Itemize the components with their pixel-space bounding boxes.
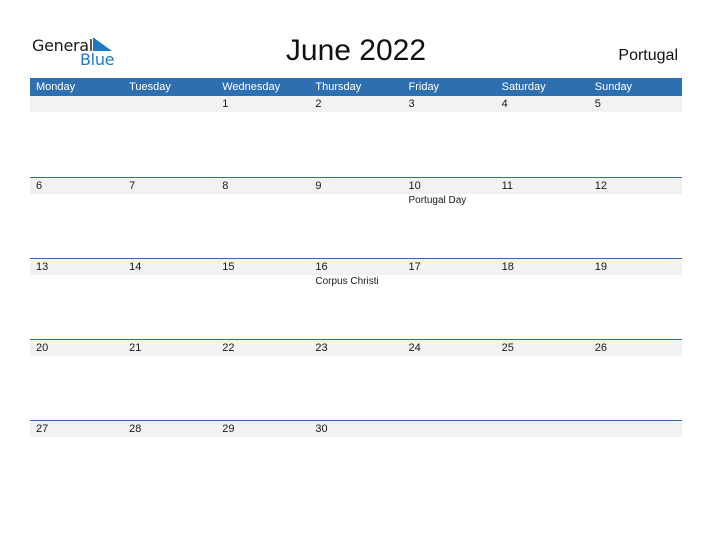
day-number: 29 — [222, 423, 235, 435]
day-number: 28 — [129, 423, 142, 435]
week-row: 6 7 8 9 10 Portugal Day 11 12 — [30, 177, 682, 258]
day-cell — [123, 96, 216, 112]
day-cell: 3 — [403, 96, 496, 112]
day-cell: 5 — [589, 96, 682, 112]
day-number: 8 — [222, 180, 229, 192]
day-number: 6 — [36, 180, 43, 192]
weekday-wednesday: Wednesday — [222, 81, 281, 93]
day-cell: 13 — [30, 259, 123, 289]
day-number: 19 — [594, 261, 607, 273]
holiday-event: Corpus Christi — [315, 276, 379, 287]
day-number: 5 — [594, 98, 601, 110]
day-cell: 30 — [309, 421, 402, 437]
weekday-sunday: Sunday — [594, 81, 633, 93]
day-number — [129, 96, 216, 112]
weekday-saturday: Saturday — [501, 81, 546, 93]
week-cells: 27 28 29 30 — [30, 421, 682, 437]
week-cells: 13 14 15 16 Corpus Christi 17 18 19 — [30, 259, 682, 289]
day-cell: 6 — [30, 178, 123, 208]
day-cell: 19 — [589, 259, 682, 289]
day-number: 11 — [501, 180, 514, 192]
day-cell — [403, 421, 496, 437]
day-cell: 11 — [496, 178, 589, 208]
week-row: 1 2 3 4 5 — [30, 96, 682, 177]
day-number: 15 — [222, 261, 235, 273]
day-number: 3 — [408, 98, 415, 110]
day-number: 20 — [36, 342, 49, 354]
week-row: 13 14 15 16 Corpus Christi 17 18 19 — [30, 258, 682, 339]
day-cell: 4 — [496, 96, 589, 112]
day-cell: 29 — [216, 421, 309, 437]
day-number: 18 — [501, 261, 514, 273]
calendar-title: June 2022 — [285, 34, 427, 67]
day-cell: 9 — [309, 178, 402, 208]
day-cell: 18 — [496, 259, 589, 289]
day-number: 14 — [129, 261, 142, 273]
day-number: 25 — [501, 342, 514, 354]
week-row: 27 28 29 30 — [30, 420, 682, 501]
day-cell: 23 — [309, 340, 402, 356]
day-number: 1 — [222, 98, 229, 110]
day-cell: 10 Portugal Day — [403, 178, 496, 208]
day-number: 7 — [129, 180, 136, 192]
day-cell: 16 Corpus Christi — [309, 259, 402, 289]
day-number — [595, 421, 682, 437]
day-cell: 25 — [496, 340, 589, 356]
day-number — [409, 421, 496, 437]
weekday-tuesday: Tuesday — [129, 81, 171, 93]
day-cell: 26 — [589, 340, 682, 356]
weekday-header-row: Monday Tuesday Wednesday Thursday Friday… — [30, 78, 682, 96]
weekday-monday: Monday — [36, 81, 76, 93]
day-cell: 17 — [403, 259, 496, 289]
day-number: 17 — [408, 261, 421, 273]
day-cell: 14 — [123, 259, 216, 289]
holiday-event: Portugal Day — [408, 195, 467, 206]
day-number — [502, 421, 589, 437]
day-cell: 20 — [30, 340, 123, 356]
day-cell — [496, 421, 589, 437]
day-cell: 21 — [123, 340, 216, 356]
day-cell: 22 — [216, 340, 309, 356]
day-number: 27 — [36, 423, 49, 435]
day-cell — [589, 421, 682, 437]
week-cells: 1 2 3 4 5 — [30, 96, 682, 112]
weekday-friday: Friday — [408, 81, 440, 93]
day-cell: 8 — [216, 178, 309, 208]
week-cells: 20 21 22 23 24 25 26 — [30, 340, 682, 356]
day-cell: 27 — [30, 421, 123, 437]
day-number: 10 — [408, 180, 421, 192]
day-number: 9 — [315, 180, 322, 192]
day-cell: 12 — [589, 178, 682, 208]
day-number: 16 — [315, 261, 328, 273]
day-number: 30 — [315, 423, 328, 435]
day-cell: 28 — [123, 421, 216, 437]
day-number: 22 — [222, 342, 235, 354]
day-number: 4 — [501, 98, 508, 110]
country-label: Portugal — [618, 47, 678, 64]
weeks-container: 1 2 3 4 5 6 7 8 9 10 Portugal Day 11 12 13 14 15 16 Corpu… — [30, 96, 682, 501]
day-cell: 2 — [309, 96, 402, 112]
day-number: 21 — [129, 342, 142, 354]
day-number: 12 — [594, 180, 607, 192]
day-number — [36, 96, 123, 112]
day-cell: 1 — [216, 96, 309, 112]
day-number: 26 — [594, 342, 607, 354]
day-number: 23 — [315, 342, 328, 354]
day-number: 24 — [408, 342, 421, 354]
day-cell: 24 — [403, 340, 496, 356]
day-cell — [30, 96, 123, 112]
day-number: 13 — [36, 261, 49, 273]
day-cell: 7 — [123, 178, 216, 208]
calendar-grid: Monday Tuesday Wednesday Thursday Friday… — [30, 78, 682, 501]
week-row: 20 21 22 23 24 25 26 — [30, 339, 682, 420]
day-number: 2 — [315, 98, 322, 110]
day-cell: 15 — [216, 259, 309, 289]
week-cells: 6 7 8 9 10 Portugal Day 11 12 — [30, 178, 682, 208]
weekday-thursday: Thursday — [315, 81, 362, 93]
